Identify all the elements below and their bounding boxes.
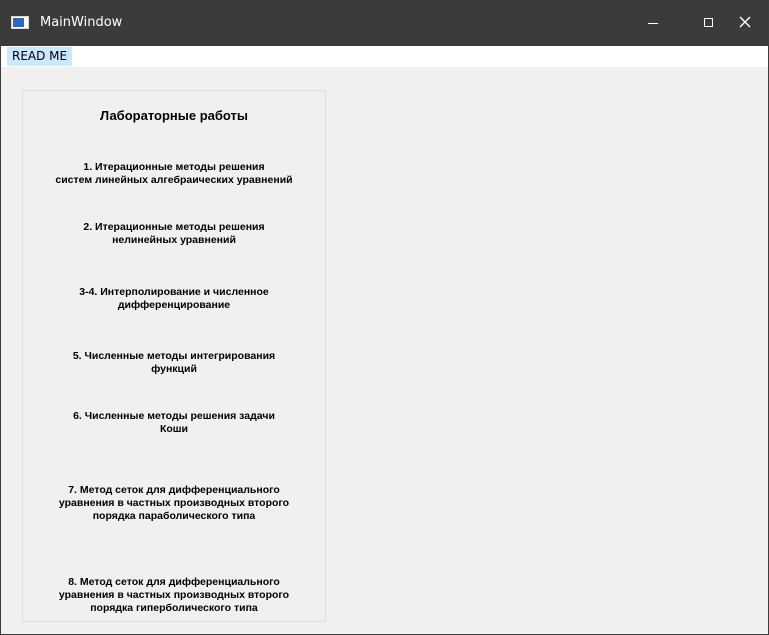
lab-item-3-4-line-2: дифференцирование	[117, 299, 231, 311]
close-icon	[739, 16, 751, 28]
lab-item-1[interactable]: 1. Итерационные методы решения систем ли…	[23, 161, 325, 187]
app-icon-white-dot	[24, 19, 27, 22]
lab-item-6-line-1: 6. Численные методы решения задачи	[73, 410, 275, 422]
title-bar[interactable]: MainWindow	[1, 0, 768, 46]
lab-item-7-line-1: 7. Метод сеток для дифференциального	[68, 484, 280, 496]
lab-item-2-line-1: 2. Итерационные методы решения	[83, 221, 265, 233]
lab-item-2[interactable]: 2. Итерационные методы решения нелинейны…	[23, 221, 325, 247]
lab-item-8-line-3: порядка гиперболического типа	[90, 602, 258, 614]
lab-item-5-line-2: функций	[151, 363, 197, 375]
lab-works-panel: Лабораторные работы 1. Итерационные мето…	[22, 90, 326, 622]
window-title: MainWindow	[40, 15, 123, 30]
lab-item-8[interactable]: 8. Метод сеток для дифференциального ура…	[23, 576, 325, 615]
menu-bar: READ ME	[1, 46, 768, 67]
lab-item-2-line-2: нелинейных уравнений	[112, 234, 236, 246]
app-icon-blue-area	[13, 18, 24, 27]
lab-item-8-line-1: 8. Метод сеток для дифференциального	[68, 576, 280, 588]
main-window: MainWindow READ ME Лабораторные работы 1…	[0, 0, 769, 635]
lab-item-1-line-2: систем линейных алгебраических уравнений	[55, 174, 293, 186]
maximize-icon	[704, 18, 713, 27]
menu-item-readme[interactable]: READ ME	[7, 47, 73, 66]
panel-title: Лабораторные работы	[100, 108, 248, 123]
minimize-icon	[648, 23, 658, 24]
lab-item-8-line-2: уравнения в частных производных второго	[58, 589, 290, 601]
lab-item-6-line-2: Коши	[159, 423, 189, 435]
lab-item-5[interactable]: 5. Численные методы интегрирования функц…	[23, 350, 325, 376]
lab-item-7-line-3: порядка параболического типа	[92, 510, 256, 522]
lab-item-5-line-1: 5. Численные методы интегрирования	[72, 350, 276, 362]
lab-item-3-4-line-1: 3-4. Интерполирование и численное	[79, 286, 269, 298]
close-button[interactable]	[723, 0, 768, 46]
minimize-button[interactable]	[631, 0, 676, 46]
lab-item-7-line-2: уравнения в частных производных второго	[58, 497, 290, 509]
lab-item-6[interactable]: 6. Численные методы решения задачи Коши	[23, 410, 325, 436]
app-icon	[11, 16, 29, 29]
lab-item-7[interactable]: 7. Метод сеток для дифференциального ура…	[23, 484, 325, 523]
lab-item-1-line-1: 1. Итерационные методы решения	[83, 161, 265, 173]
lab-item-3-4[interactable]: 3-4. Интерполирование и численное диффер…	[23, 286, 325, 312]
